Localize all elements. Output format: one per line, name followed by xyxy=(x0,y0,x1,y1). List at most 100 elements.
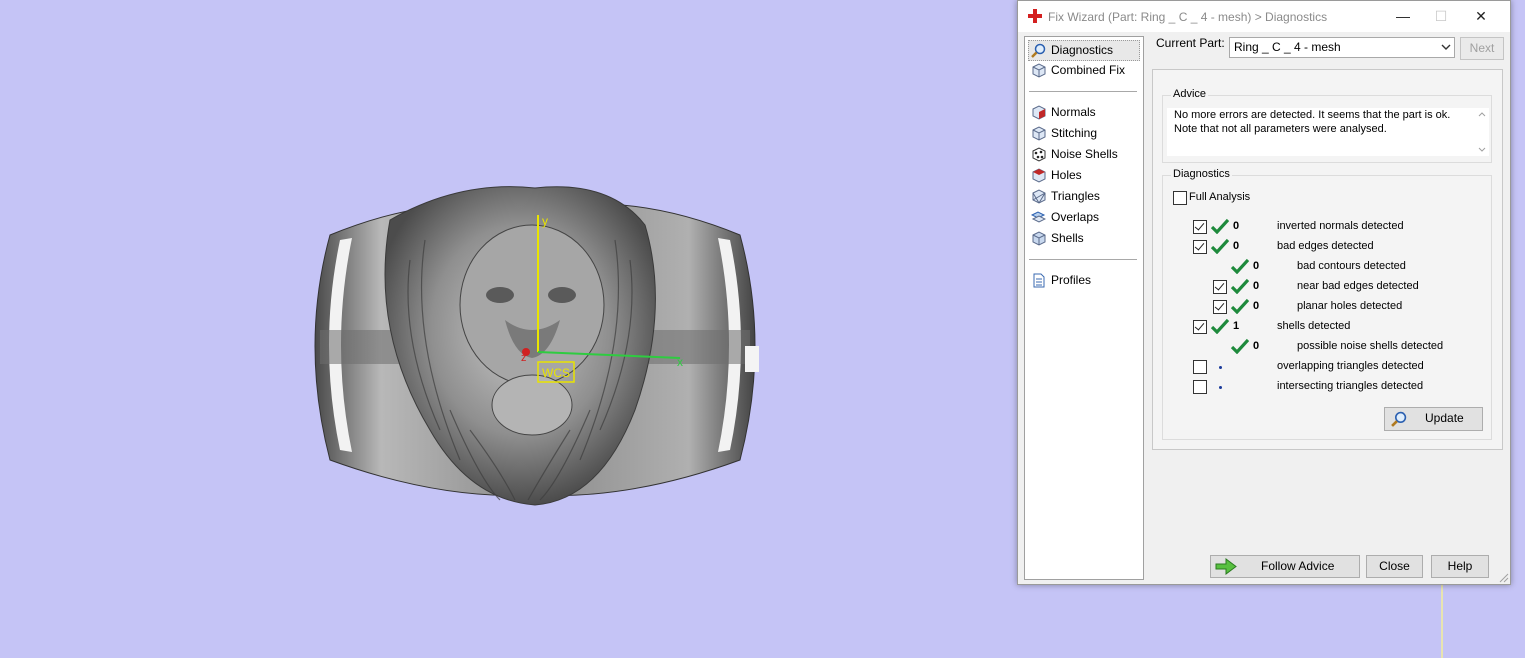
overlapping-triangles-label: overlapping triangles detected xyxy=(1277,360,1424,372)
green-check-icon xyxy=(1231,338,1249,354)
title-bar[interactable]: Fix Wizard (Part: Ring _ C _ 4 - mesh) >… xyxy=(1018,1,1510,32)
planar-holes-count: 0 xyxy=(1253,300,1260,312)
document-icon xyxy=(1033,273,1045,288)
noise-shells-label: possible noise shells detected xyxy=(1297,340,1444,352)
fix-wizard-dialog[interactable]: Fix Wizard (Part: Ring _ C _ 4 - mesh) >… xyxy=(1017,0,1511,585)
nav-label: Shells xyxy=(1051,231,1084,245)
advice-scrollbar[interactable] xyxy=(1475,108,1489,156)
nav-label: Stitching xyxy=(1051,126,1098,140)
inverted-normals-count: 0 xyxy=(1233,220,1240,232)
nav-label: Combined Fix xyxy=(1051,63,1126,77)
nav-label: Noise Shells xyxy=(1051,147,1118,161)
green-check-icon xyxy=(1211,238,1229,254)
shells-label: shells detected xyxy=(1277,320,1351,332)
cube-icon xyxy=(1032,63,1046,78)
green-check-icon xyxy=(1211,318,1229,334)
advice-text-box[interactable]: No more errors are detected. It seems th… xyxy=(1167,108,1483,156)
intersecting-triangles-checkbox[interactable] xyxy=(1193,380,1207,394)
inverted-normals-label: inverted normals detected xyxy=(1277,220,1404,232)
inverted-normals-checkbox[interactable] xyxy=(1193,220,1207,234)
nav-label: Normals xyxy=(1051,105,1096,119)
update-label: Update xyxy=(1425,411,1464,425)
nav-item-overlaps[interactable]: Overlaps xyxy=(1029,208,1099,227)
nav-item-triangles[interactable]: Triangles xyxy=(1029,187,1100,206)
bad-edges-label: bad edges detected xyxy=(1277,240,1374,252)
close-button[interactable]: Close xyxy=(1366,555,1423,578)
bad-edges-checkbox[interactable] xyxy=(1193,240,1207,254)
advice-line-1: No more errors are detected. It seems th… xyxy=(1174,109,1451,121)
bad-edges-count: 0 xyxy=(1233,240,1240,252)
current-part-select[interactable]: Ring _ C _ 4 - mesh xyxy=(1229,37,1455,58)
shells-checkbox[interactable] xyxy=(1193,320,1207,334)
next-button[interactable]: Next xyxy=(1460,37,1504,60)
diagnostics-group-label: Diagnostics xyxy=(1171,168,1232,180)
nav-item-noise-shells[interactable]: Noise Shells xyxy=(1029,145,1118,164)
intersecting-triangles-label: intersecting triangles detected xyxy=(1277,380,1424,392)
planar-holes-checkbox[interactable] xyxy=(1213,300,1227,314)
bad-contours-label: bad contours detected xyxy=(1297,260,1406,272)
full-analysis-checkbox[interactable] xyxy=(1173,191,1187,205)
pending-dot-icon xyxy=(1219,366,1222,369)
nav-item-normals[interactable]: Normals xyxy=(1029,103,1096,122)
triangles-icon xyxy=(1032,189,1046,204)
full-analysis-label: Full Analysis xyxy=(1189,191,1251,203)
nav-item-diagnostics[interactable]: Diagnostics xyxy=(1028,40,1140,61)
green-check-icon xyxy=(1231,278,1249,294)
help-button[interactable]: Help xyxy=(1431,555,1489,578)
near-bad-edges-count: 0 xyxy=(1253,280,1260,292)
follow-advice-button[interactable]: Follow Advice xyxy=(1210,555,1360,578)
planar-holes-label: planar holes detected xyxy=(1297,300,1403,312)
axis-x-label: x xyxy=(677,355,683,369)
axis-y-label: y xyxy=(542,214,548,228)
noise-shells-icon xyxy=(1032,147,1046,162)
nav-label: Diagnostics xyxy=(1051,43,1114,57)
normals-cube-icon xyxy=(1032,105,1046,120)
current-part-label: Current Part: xyxy=(1156,36,1225,50)
wizard-nav[interactable]: Diagnostics Combined Fix Normals Stitchi… xyxy=(1024,36,1144,580)
follow-advice-label: Follow Advice xyxy=(1261,559,1335,573)
ring-model[interactable]: WCS y x z xyxy=(300,180,770,510)
nav-item-stitching[interactable]: Stitching xyxy=(1029,124,1097,143)
nav-item-combined-fix[interactable]: Combined Fix xyxy=(1029,61,1125,80)
nav-label: Overlaps xyxy=(1051,210,1100,224)
bad-contours-count: 0 xyxy=(1253,260,1260,272)
magnifier-icon xyxy=(1031,43,1046,58)
nav-label: Triangles xyxy=(1051,189,1100,203)
nav-separator xyxy=(1029,259,1137,260)
magnifier-icon xyxy=(1391,411,1407,427)
green-check-icon xyxy=(1211,218,1229,234)
resize-grip-icon[interactable] xyxy=(1497,571,1509,583)
maximize-button[interactable]: ☐ xyxy=(1426,5,1456,27)
nav-item-holes[interactable]: Holes xyxy=(1029,166,1082,185)
overlapping-triangles-checkbox[interactable] xyxy=(1193,360,1207,374)
holes-cube-icon xyxy=(1032,168,1046,183)
near-bad-edges-checkbox[interactable] xyxy=(1213,280,1227,294)
red-cross-icon xyxy=(1028,9,1042,23)
window-title: Fix Wizard (Part: Ring _ C _ 4 - mesh) >… xyxy=(1048,10,1328,24)
update-button[interactable]: Update xyxy=(1384,407,1483,431)
green-arrow-icon xyxy=(1215,558,1237,575)
pending-dot-icon xyxy=(1219,386,1222,389)
chevron-down-icon xyxy=(1441,44,1451,50)
minimize-button[interactable]: — xyxy=(1388,5,1418,27)
noise-shells-count: 0 xyxy=(1253,340,1260,352)
shells-count: 1 xyxy=(1233,320,1240,332)
stitch-cube-icon xyxy=(1032,126,1046,141)
wcs-label: WCS xyxy=(542,366,570,380)
axis-z-label: z xyxy=(521,352,527,364)
overlaps-icon xyxy=(1031,211,1046,223)
current-part-value: Ring _ C _ 4 - mesh xyxy=(1234,40,1341,54)
green-check-icon xyxy=(1231,298,1249,314)
advice-group-label: Advice xyxy=(1171,88,1209,100)
nav-separator xyxy=(1029,91,1137,92)
close-window-button[interactable]: ✕ xyxy=(1466,5,1496,27)
diagnostics-panel: Advice No more errors are detected. It s… xyxy=(1152,69,1503,450)
diagnostics-group: Diagnostics Full Analysis 0 inverted nor… xyxy=(1162,168,1492,440)
nav-item-shells[interactable]: Shells xyxy=(1029,229,1084,248)
shells-cube-icon xyxy=(1032,231,1046,246)
advice-line-2: Note that not all parameters were analys… xyxy=(1174,123,1387,135)
advice-group: Advice No more errors are detected. It s… xyxy=(1162,88,1492,163)
viewport-axis-line xyxy=(1441,585,1443,658)
nav-item-profiles[interactable]: Profiles xyxy=(1029,271,1091,290)
near-bad-edges-label: near bad edges detected xyxy=(1297,280,1419,292)
